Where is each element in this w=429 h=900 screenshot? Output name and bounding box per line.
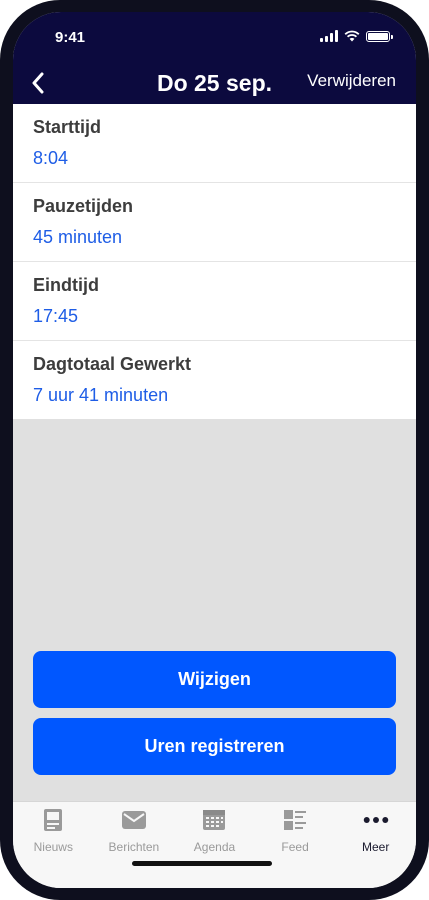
tab-nieuws[interactable]: Nieuws [13, 802, 94, 888]
more-icon [363, 808, 389, 832]
list-item-label: Pauzetijden [33, 196, 134, 216]
list-item-starttijd[interactable]: Starttijd 8:04 [13, 104, 416, 183]
home-indicator[interactable] [132, 861, 272, 866]
list-item-value: 7 uur 41 minuten [33, 385, 169, 405]
tab-label: Meer [362, 840, 390, 854]
wifi-icon [344, 30, 360, 42]
tab-berichten[interactable]: Berichten [94, 802, 175, 888]
list-item-label: Dagtotaal Gewerkt [33, 354, 192, 374]
edit-button[interactable]: Wijzigen [33, 651, 396, 708]
register-hours-button[interactable]: Uren registreren [33, 718, 396, 775]
list-item-eindtijd[interactable]: Eindtijd 17:45 [13, 262, 416, 341]
list-item-value: 45 minuten [33, 227, 123, 247]
delete-button[interactable]: Verwijderen [307, 71, 396, 91]
tab-label: Berichten [108, 840, 160, 854]
list-item-value: 8:04 [33, 148, 69, 168]
cellular-signal-icon [320, 30, 338, 42]
status-icons [320, 30, 393, 42]
tab-meer[interactable]: Meer [335, 802, 416, 888]
tab-bar: Nieuws Berichten Agenda Feed Meer [13, 801, 416, 888]
tab-label: Feed [281, 840, 309, 854]
list-item-pauzetijden[interactable]: Pauzetijden 45 minuten [13, 183, 416, 262]
calendar-icon [201, 808, 227, 832]
list-item-value: 17:45 [33, 306, 79, 326]
tab-agenda[interactable]: Agenda [174, 802, 255, 888]
status-bar: 9:41 [13, 12, 416, 64]
time-entry-list: Starttijd 8:04 Pauzetijden 45 minuten Ei… [13, 104, 416, 419]
navigation-bar: Do 25 sep. Verwijderen [13, 64, 416, 104]
feed-icon [282, 808, 308, 832]
phone-frame: 9:41 Do 25 sep. Verwijderen Starttijd 8:… [0, 0, 429, 900]
battery-icon [366, 30, 393, 42]
list-item-label: Starttijd [33, 117, 102, 137]
list-item-dagtotaal: Dagtotaal Gewerkt 7 uur 41 minuten [13, 341, 416, 419]
status-time: 9:41 [55, 29, 86, 46]
newspaper-icon [40, 808, 66, 832]
screen: 9:41 Do 25 sep. Verwijderen Starttijd 8:… [13, 12, 416, 888]
tab-label: Agenda [193, 840, 236, 854]
list-item-label: Eindtijd [33, 275, 99, 295]
tab-feed[interactable]: Feed [255, 802, 336, 888]
envelope-icon [121, 808, 147, 832]
tab-label: Nieuws [33, 840, 73, 854]
